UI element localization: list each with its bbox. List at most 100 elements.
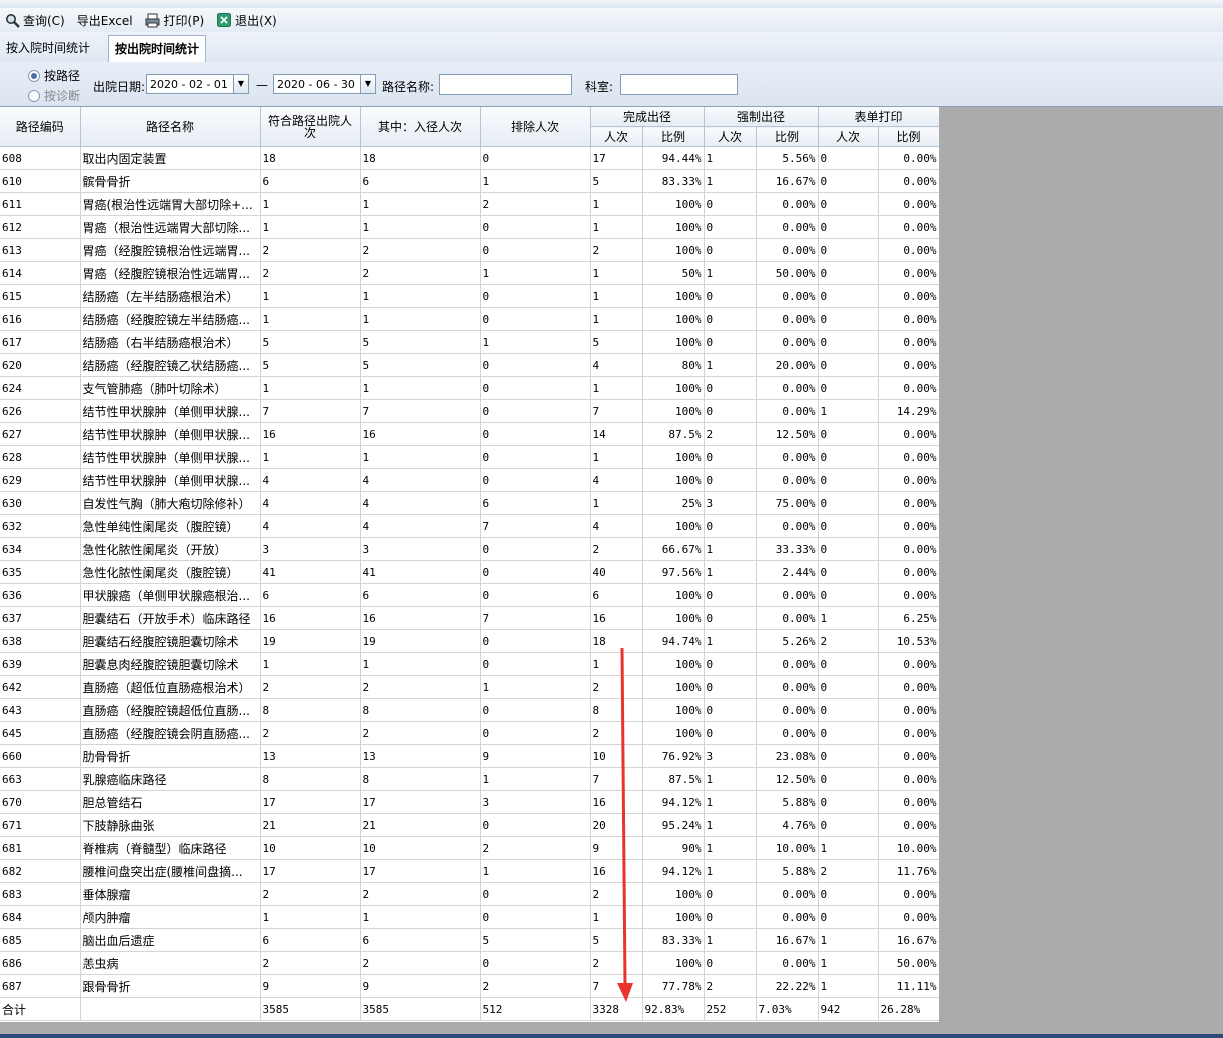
cell-entered: 17 — [360, 859, 481, 883]
table-row[interactable]: 627 结节性甲状腺肿（单侧甲状腺... 16 16 0 14 87.5% 2 12.50% 0 0… — [0, 422, 939, 446]
table-row[interactable]: 671 下肢静脉曲张 21 21 0 20 95.24% 1 4.76% 0 0.00% — [0, 813, 939, 837]
header-complete-count[interactable]: 人次 — [590, 126, 643, 147]
cell-complete-count: 16 — [590, 606, 643, 630]
table-row[interactable]: 620 结肠癌（经腹腔镜乙状结肠癌... 5 5 0 4 80% 1 20.00% 0 0.00% — [0, 353, 939, 377]
cell-complete-count: 1 — [590, 445, 643, 469]
header-forced-count[interactable]: 人次 — [704, 126, 757, 147]
table-row[interactable]: 615 结肠癌（左半结肠癌根治术） 1 1 0 1 100% 0 0.00% 0 0.00% — [0, 284, 939, 308]
cell-complete-ratio: 80% — [642, 353, 705, 377]
cell-name: 颅内肿瘤 — [80, 905, 261, 929]
cell-forced-ratio: 0.00% — [756, 583, 819, 607]
cell-forced-ratio: 50.00% — [756, 261, 819, 285]
cell-complete-ratio: 100% — [642, 399, 705, 423]
header-forced-ratio[interactable]: 比例 — [756, 126, 819, 147]
cell-print-ratio: 0.00% — [878, 790, 939, 814]
table-row[interactable]: 637 胆囊结石（开放手术）临床路径 16 16 7 16 100% 0 0.00% 1 6.25% — [0, 606, 939, 630]
cell-complete-ratio: 87.5% — [642, 422, 705, 446]
cell-forced-count: 0 — [704, 698, 757, 722]
header-print-count[interactable]: 人次 — [818, 126, 879, 147]
header-forced-exit[interactable]: 强制出径 — [704, 107, 819, 127]
table-row[interactable]: 630 自发性气胸（肺大疱切除修补） 4 4 6 1 25% 3 75.00% 0 0.00% — [0, 491, 939, 515]
table-row[interactable]: 632 急性单纯性阑尾炎（腹腔镜） 4 4 7 4 100% 0 0.00% 0 0.00% — [0, 514, 939, 538]
table-row[interactable]: 638 胆囊结石经腹腔镜胆囊切除术 19 19 0 18 94.74% 1 5.26% 2 10.5… — [0, 629, 939, 653]
table-row[interactable]: 634 急性化脓性阑尾炎（开放） 3 3 0 2 66.67% 1 33.33% 0 0.00% — [0, 537, 939, 561]
date-to-picker[interactable]: 2020 - 06 - 30 ▼ — [273, 74, 376, 94]
table-row[interactable]: 610 髌骨骨折 6 6 1 5 83.33% 1 16.67% 0 0.00% — [0, 169, 939, 193]
table-row[interactable]: 608 取出内固定装置 18 18 0 17 94.44% 1 5.56% 0 0.00% — [0, 146, 939, 170]
cell-code: 636 — [0, 583, 81, 607]
cell-code: 615 — [0, 284, 81, 308]
header-path-code[interactable]: 路径编码 — [0, 107, 81, 147]
cell-entered: 6 — [360, 583, 481, 607]
table-row[interactable]: 614 胃癌（经腹腔镜根治性远端胃... 2 2 1 1 50% 1 50.00% 0 0.00% — [0, 261, 939, 285]
cell-complete-ratio: 100% — [642, 514, 705, 538]
header-complete-ratio[interactable]: 比例 — [642, 126, 705, 147]
header-print-ratio[interactable]: 比例 — [878, 126, 939, 147]
table-row[interactable]: 684 颅内肿瘤 1 1 0 1 100% 0 0.00% 0 0.00% — [0, 905, 939, 929]
cell-eligible: 8 — [260, 698, 361, 722]
table-row[interactable]: 642 直肠癌（超低位直肠癌根治术） 2 2 1 2 100% 0 0.00% 0 0.00% — [0, 675, 939, 699]
tab-admission-time[interactable]: 按入院时间统计 — [0, 35, 96, 61]
table-row[interactable]: 613 胃癌（经腹腔镜根治性远端胃... 2 2 0 2 100% 0 0.00% 0 0.00% — [0, 238, 939, 262]
export-excel-button[interactable]: 导出Excel — [77, 12, 133, 29]
table-row[interactable]: 682 腰椎间盘突出症(腰椎间盘摘... 17 17 1 16 94.12% 1 5.88% 2 1… — [0, 859, 939, 883]
table-row[interactable]: 663 乳腺癌临床路径 8 8 1 7 87.5% 1 12.50% 0 0.00% — [0, 767, 939, 791]
header-eligible-discharges[interactable]: 符合路径出院人次 — [260, 107, 361, 147]
table-row[interactable]: 639 胆囊息肉经腹腔镜胆囊切除术 1 1 0 1 100% 0 0.00% 0 0.00% — [0, 652, 939, 676]
table-row[interactable]: 616 结肠癌（经腹腔镜左半结肠癌... 1 1 0 1 100% 0 0.00% 0 0.00% — [0, 307, 939, 331]
radio-by-diagnosis[interactable]: 按诊断 — [28, 87, 80, 104]
cell-print-count: 1 — [818, 606, 879, 630]
query-button[interactable]: 查询(C) — [4, 12, 65, 29]
header-form-print[interactable]: 表单打印 — [818, 107, 939, 127]
cell-complete-ratio: 76.92% — [642, 744, 705, 768]
table-row[interactable]: 643 直肠癌（经腹腔镜超低位直肠... 8 8 0 8 100% 0 0.00% 0 0.00% — [0, 698, 939, 722]
date-separator: — — [256, 78, 268, 92]
tab-discharge-time[interactable]: 按出院时间统计 — [108, 35, 207, 63]
header-excluded-count[interactable]: 排除人次 — [480, 107, 591, 147]
header-path-name[interactable]: 路径名称 — [80, 107, 261, 147]
table-row[interactable]: 617 结肠癌（右半结肠癌根治术） 5 5 1 5 100% 0 0.00% 0 0.00% — [0, 330, 939, 354]
cell-excluded: 0 — [480, 399, 591, 423]
table-row[interactable]: 629 结节性甲状腺肿（单侧甲状腺... 4 4 0 4 100% 0 0.00% 0 0.00% — [0, 468, 939, 492]
table-row[interactable]: 626 结节性甲状腺肿（单侧甲状腺... 7 7 0 7 100% 0 0.00% 1 14.29% — [0, 399, 939, 423]
total-entered: 3585 — [360, 997, 481, 1021]
cell-print-count: 0 — [818, 514, 879, 538]
cell-entered: 41 — [360, 560, 481, 584]
cell-entered: 18 — [360, 146, 481, 170]
cell-excluded: 9 — [480, 744, 591, 768]
table-row[interactable]: 681 脊椎病（脊髓型）临床路径 10 10 2 9 90% 1 10.00% 1 10.00% — [0, 836, 939, 860]
cell-name: 急性化脓性阑尾炎（开放） — [80, 537, 261, 561]
chevron-down-icon[interactable]: ▼ — [360, 75, 375, 93]
table-row[interactable]: 611 胃癌(根治性远端胃大部切除+... 1 1 2 1 100% 0 0.00% 0 0.00% — [0, 192, 939, 216]
cell-name: 结节性甲状腺肿（单侧甲状腺... — [80, 399, 261, 423]
table-row[interactable]: 635 急性化脓性阑尾炎（腹腔镜） 41 41 0 40 97.56% 1 2.44% 0 0.00… — [0, 560, 939, 584]
table-row[interactable]: 660 肋骨骨折 13 13 9 10 76.92% 3 23.08% 0 0.00% — [0, 744, 939, 768]
header-complete-exit[interactable]: 完成出径 — [590, 107, 705, 127]
table-row[interactable]: 624 支气管肺癌（肺叶切除术） 1 1 0 1 100% 0 0.00% 0 0.00% — [0, 376, 939, 400]
table-row[interactable]: 686 恙虫病 2 2 0 2 100% 0 0.00% 1 50.00% — [0, 951, 939, 975]
table-row[interactable]: 628 结节性甲状腺肿（单侧甲状腺... 1 1 0 1 100% 0 0.00% 0 0.00% — [0, 445, 939, 469]
print-button[interactable]: 打印(P) — [145, 12, 204, 29]
cell-print-count: 2 — [818, 859, 879, 883]
cell-eligible: 13 — [260, 744, 361, 768]
query-label: 查询(C) — [23, 13, 65, 28]
table-row[interactable]: 670 胆总管结石 17 17 3 16 94.12% 1 5.88% 0 0.00% — [0, 790, 939, 814]
path-name-input[interactable] — [439, 74, 572, 95]
table-row[interactable]: 685 脑出血后遗症 6 6 5 5 83.33% 1 16.67% 1 16.67% — [0, 928, 939, 952]
chevron-down-icon[interactable]: ▼ — [233, 75, 248, 93]
table-row[interactable]: 636 甲状腺癌（单侧甲状腺癌根治... 6 6 0 6 100% 0 0.00% 0 0.00% — [0, 583, 939, 607]
department-input[interactable] — [620, 74, 738, 95]
table-row[interactable]: 612 胃癌（根治性远端胃大部切除... 1 1 0 1 100% 0 0.00% 0 0.00% — [0, 215, 939, 239]
table-row[interactable]: 683 垂体腺瘤 2 2 0 2 100% 0 0.00% 0 0.00% — [0, 882, 939, 906]
cell-name: 恙虫病 — [80, 951, 261, 975]
date-from-picker[interactable]: 2020 - 02 - 01 ▼ — [146, 74, 249, 94]
exit-button[interactable]: 退出(X) — [216, 12, 277, 29]
cell-name: 结肠癌（左半结肠癌根治术） — [80, 284, 261, 308]
table-row[interactable]: 645 直肠癌（经腹腔镜会阴直肠癌... 2 2 0 2 100% 0 0.00% 0 0.00% — [0, 721, 939, 745]
header-entered-count[interactable]: 其中：入径人次 — [360, 107, 481, 147]
cell-name: 取出内固定装置 — [80, 146, 261, 170]
table-row[interactable]: 687 跟骨骨折 9 9 2 7 77.78% 2 22.22% 1 11.11% — [0, 974, 939, 998]
radio-by-path[interactable]: 按路径 — [28, 67, 80, 84]
cell-code: 632 — [0, 514, 81, 538]
total-row[interactable]: 合计 3585 3585 512 3328 92.83% 252 7.03% 942 26.28% — [0, 997, 939, 1021]
